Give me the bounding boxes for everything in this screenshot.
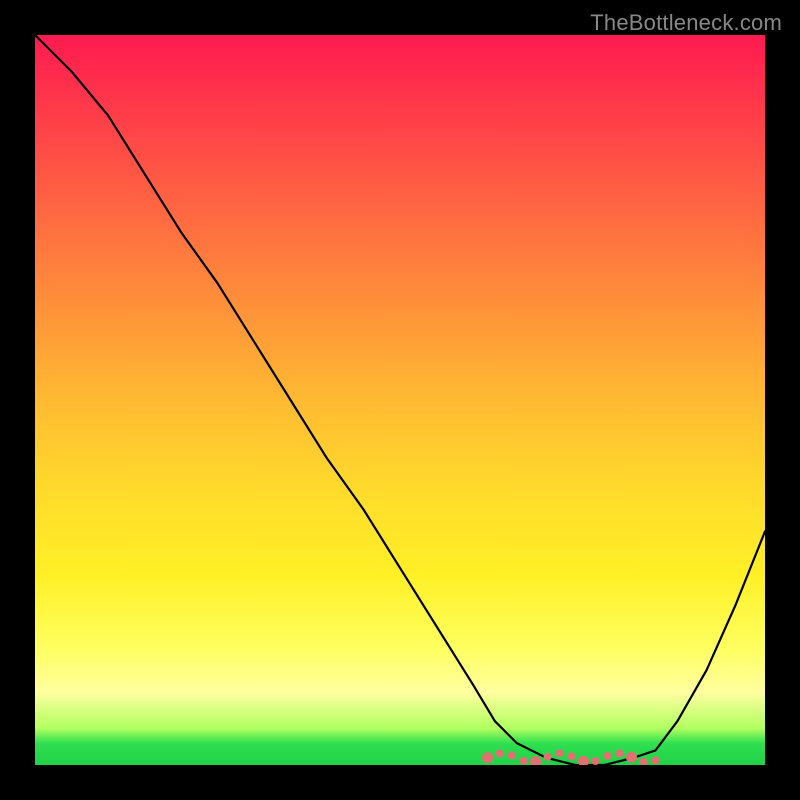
watermark-text: TheBottleneck.com xyxy=(590,10,782,36)
data-dot xyxy=(544,753,552,761)
data-dot xyxy=(520,757,528,765)
data-dot xyxy=(530,756,541,765)
dots-group xyxy=(482,749,659,765)
data-dot xyxy=(604,752,612,760)
data-dot xyxy=(508,751,516,759)
data-dot xyxy=(616,749,624,757)
data-dot xyxy=(496,750,504,758)
data-dot xyxy=(556,749,564,757)
curve-line xyxy=(35,35,765,765)
data-dot xyxy=(568,752,576,760)
data-dot xyxy=(592,757,600,765)
data-dot xyxy=(482,752,493,763)
chart-svg xyxy=(35,35,765,765)
chart-container: TheBottleneck.com xyxy=(0,0,800,800)
data-dot xyxy=(626,752,637,763)
data-dot xyxy=(578,756,589,765)
data-dot xyxy=(640,758,648,765)
plot-area xyxy=(35,35,765,765)
data-dot xyxy=(652,756,660,764)
